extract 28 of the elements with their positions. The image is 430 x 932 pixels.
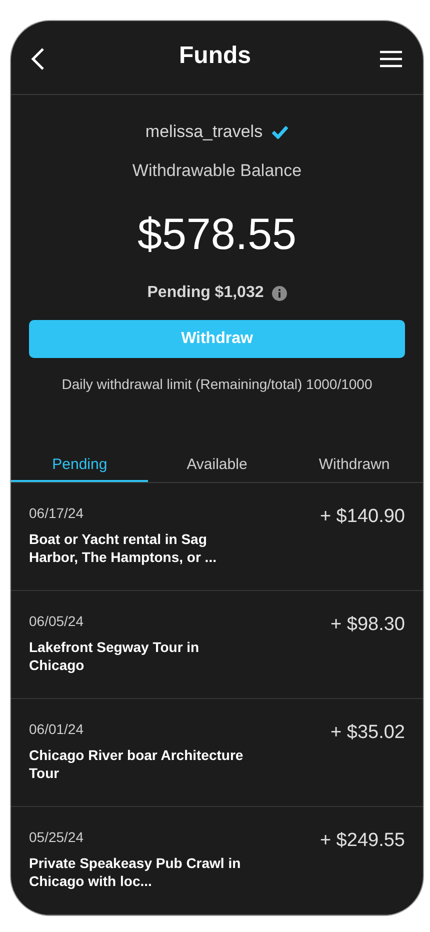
pending-amount: Pending $1,032 — [147, 283, 264, 303]
balance-label: Withdrawable Balance — [132, 160, 302, 182]
screen-title: Funds — [179, 41, 251, 71]
tab[interactable]: Pending — [11, 450, 148, 482]
back-icon — [31, 47, 45, 71]
tab[interactable]: Available — [148, 450, 286, 482]
transaction-amount: + $140.90 — [320, 505, 405, 529]
transaction-title: Private Speakeasy Pub Crawl in Chicago with loc... — [29, 854, 242, 890]
transaction-row[interactable]: 05/25/24 Private Speakeasy Pub Crawl in Chicago with loc... + $249.55 — [11, 807, 423, 915]
transaction-amount: + $98.30 — [330, 613, 405, 637]
transaction-title: Lakefront Segway Tour in Chicago — [29, 638, 200, 674]
menu-icon — [379, 50, 403, 68]
transaction-date: 06/17/24 — [29, 504, 84, 523]
transaction-amount: + $35.02 — [330, 721, 405, 745]
transaction-title: Chicago River boar Architecture Tour — [29, 746, 244, 782]
transaction-row[interactable]: 06/17/24 Boat or Yacht rental in Sag Harbor, The Hamptons, or ... + $140.90 — [11, 483, 423, 591]
username: melissa_travels — [145, 121, 263, 143]
transaction-date: 06/05/24 — [29, 612, 84, 631]
transaction-title: Boat or Yacht rental in Sag Harbor, The Hamptons, or ... — [29, 530, 218, 566]
limit-note: Daily withdrawal limit (Remaining/total) 1000/1000 — [62, 375, 372, 394]
info-icon[interactable] — [272, 286, 287, 300]
transaction-amount: + $249.55 — [320, 829, 405, 853]
transaction-row[interactable]: 06/01/24 Chicago River boar Architecture Tour + $35.02 — [11, 699, 423, 807]
balance-amount: $578.55 — [137, 213, 297, 257]
transaction-date: 05/25/24 — [29, 828, 84, 847]
transaction-row[interactable]: 06/05/24 Lakefront Segway Tour in Chicago + $98.30 — [11, 591, 423, 699]
transaction-date: 06/01/24 — [29, 720, 84, 739]
tab[interactable]: Withdrawn — [286, 450, 423, 482]
